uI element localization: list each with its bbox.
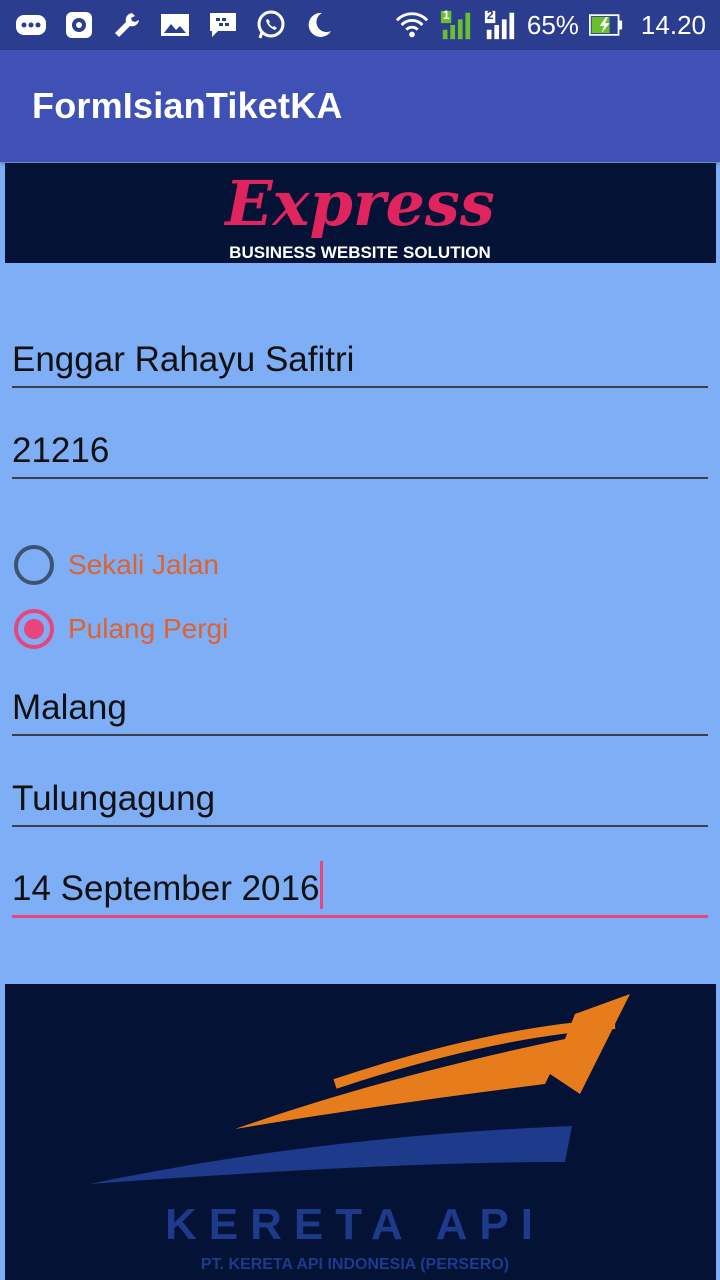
whatsapp-icon: [254, 8, 288, 42]
express-banner: Express BUSINESS WEBSITE SOLUTION: [5, 163, 716, 263]
bbm-icon: [206, 8, 240, 42]
destination-field[interactable]: Tulungagung: [12, 769, 708, 827]
app-bar: FormIsianTiketKA: [0, 50, 720, 162]
kereta-api-company: PT. KERETA API INDONESIA (PERSERO): [201, 1256, 509, 1273]
kereta-api-logo: KERETA API PT. KERETA API INDONESIA (PER…: [90, 994, 630, 1273]
name-field[interactable]: Enggar Rahayu Safitri: [12, 330, 708, 388]
sim2-label: 2: [486, 8, 494, 22]
wifi-icon: [395, 8, 429, 42]
name-value: Enggar Rahayu Safitri: [12, 340, 355, 379]
radio-button-checked[interactable]: [14, 609, 54, 649]
radio-pulang-pergi[interactable]: Pulang Pergi: [14, 609, 228, 649]
signal-sim1-icon: 1: [439, 8, 473, 42]
kereta-api-banner: KERETA API PT. KERETA API INDONESIA (PER…: [5, 984, 716, 1280]
date-value: 14 September 2016: [12, 869, 320, 908]
express-tagline: BUSINESS WEBSITE SOLUTION: [229, 243, 491, 262]
radio-dot: [24, 619, 44, 639]
record-icon: [62, 8, 96, 42]
wrench-icon: [110, 8, 144, 42]
express-logo-text: Express: [223, 167, 495, 240]
radio-label-sekali-jalan: Sekali Jalan: [68, 549, 219, 580]
id-number-field[interactable]: 21216: [12, 421, 708, 479]
train-swoosh-orange: [235, 994, 630, 1129]
moon-icon: [302, 8, 336, 42]
signal-sim2-icon: 2: [483, 8, 517, 42]
express-logo: Express BUSINESS WEBSITE SOLUTION: [223, 167, 495, 262]
kereta-api-brand: KERETA API: [165, 1200, 545, 1249]
battery-charging-icon: [588, 8, 623, 42]
destination-value: Tulungagung: [12, 779, 216, 818]
clock: 14.20: [640, 9, 706, 40]
origin-field[interactable]: Malang: [12, 678, 708, 736]
sim1-label: 1: [442, 8, 450, 22]
radio-sekali-jalan[interactable]: Sekali Jalan: [14, 545, 219, 585]
radio-button-unchecked[interactable]: [14, 545, 54, 585]
radio-label-pulang-pergi: Pulang Pergi: [68, 613, 229, 644]
date-field[interactable]: 14 September 2016: [12, 860, 708, 918]
chat-icon: [14, 8, 48, 42]
id-number-value: 21216: [12, 431, 110, 470]
text-caret: [320, 861, 324, 909]
status-bar: 1 2 65% 14.20: [0, 0, 720, 50]
origin-value: Malang: [12, 688, 127, 727]
battery-percent: 65%: [526, 9, 579, 40]
app-title: FormIsianTiketKA: [32, 85, 343, 126]
gallery-icon: [158, 8, 192, 42]
train-swoosh-blue: [90, 1126, 572, 1184]
